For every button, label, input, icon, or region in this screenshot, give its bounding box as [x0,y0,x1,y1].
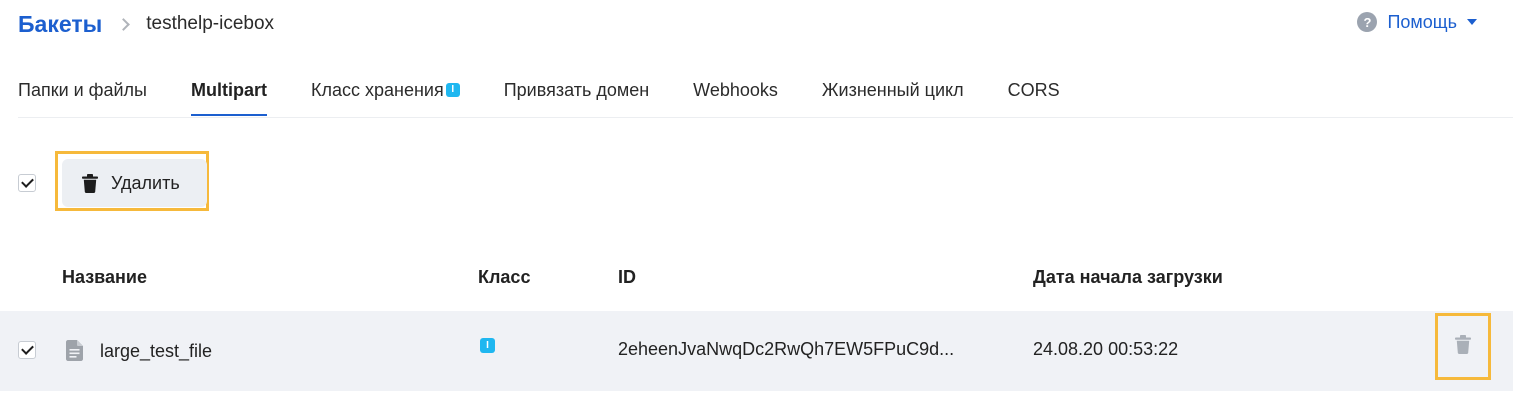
breadcrumb-current-bucket: testhelp-icebox [146,13,275,34]
column-header-class[interactable]: Класс [478,267,530,288]
caret-down-icon [1467,19,1477,25]
tab-label: CORS [1007,80,1060,100]
tab-cors[interactable]: CORS [1008,80,1060,116]
tab-bind-domain[interactable]: Привязать домен [504,80,649,116]
breadcrumb-buckets-link[interactable]: Бакеты [18,11,102,38]
delete-button[interactable]: Удалить [62,159,207,207]
tab-label: Папки и файлы [18,80,147,100]
table-row[interactable]: large_test_file I 2eheenJvaNwqDc2RwQh7EW… [0,311,1513,391]
file-icon [66,340,83,361]
column-header-upload-date[interactable]: Дата начала загрузки [1033,267,1223,288]
file-name[interactable]: large_test_file [100,341,212,362]
column-header-name[interactable]: Название [62,267,147,288]
help-dropdown[interactable]: ? Помощь [1357,10,1477,34]
tab-folders-files[interactable]: Папки и файлы [18,80,147,116]
question-icon: ? [1357,12,1378,32]
upload-id: 2eheenJvaNwqDc2RwQh7EW5FPuC9d... [618,339,955,359]
tab-label: Webhooks [693,80,778,100]
checkmark-icon [20,342,34,355]
tab-label: Привязать домен [503,80,650,100]
page: Бакеты testhelp-icebox ? Помощь Папки и … [0,0,1513,415]
breadcrumb: Бакеты testhelp-icebox [18,10,274,38]
row-checkbox[interactable] [18,341,36,359]
checkmark-icon [20,175,34,188]
upload-date: 24.08.20 00:53:22 [1033,339,1179,359]
select-all-checkbox[interactable] [18,174,36,192]
trash-icon [82,173,98,193]
tab-lifecycle[interactable]: Жизненный цикл [822,80,964,116]
delete-button-label: Удалить [111,172,180,193]
tab-storage-class[interactable]: Класс хранения I [311,80,460,116]
tab-bar: Папки и файлы Multipart Класс хранения I… [18,80,1513,118]
chevron-right-icon [117,17,131,31]
column-header-id[interactable]: ID [618,267,636,288]
tab-label: Multipart [191,80,267,100]
table-header: Название Класс ID Дата начала загрузки [0,262,1513,294]
checkbox[interactable] [18,174,36,192]
storage-class-badge: I [480,338,495,353]
help-label: Помощь [1387,11,1457,32]
tab-label: Класс хранения [311,80,444,100]
trash-icon[interactable] [1455,335,1471,354]
tab-multipart[interactable]: Multipart [191,80,267,116]
tab-label: Жизненный цикл [821,80,964,100]
storage-class-badge: I [445,83,460,97]
tab-webhooks[interactable]: Webhooks [693,80,778,116]
